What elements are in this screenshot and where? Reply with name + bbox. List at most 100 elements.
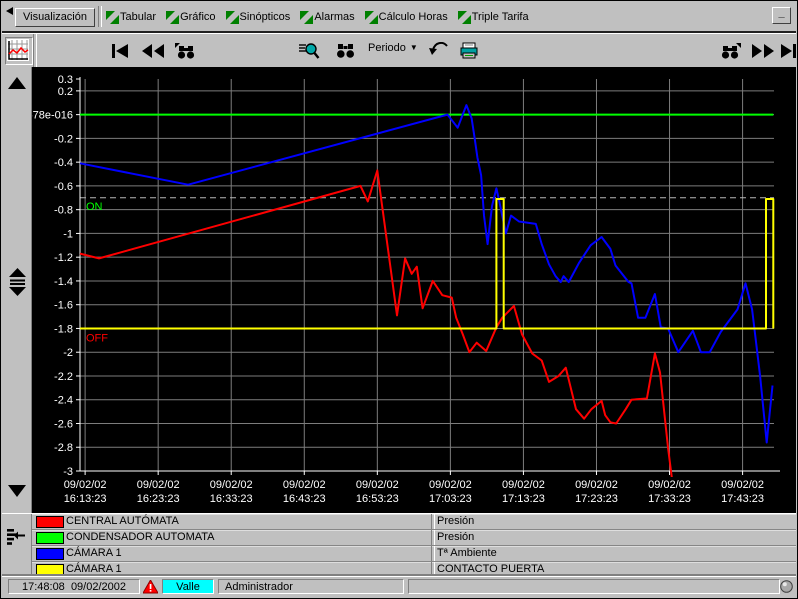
legend-row[interactable]: CENTRAL AUTÓMATA Presión xyxy=(32,514,796,530)
arrow-up-icon xyxy=(8,77,26,90)
alarm-indicator[interactable] xyxy=(143,580,158,597)
scroll-down-button[interactable] xyxy=(7,481,27,501)
menu-tab-gr-fico[interactable]: Gráfico xyxy=(166,11,215,24)
toolbar-separator xyxy=(33,34,37,67)
tab-label: Gráfico xyxy=(180,11,215,23)
off-label: OFF xyxy=(86,332,108,344)
forward-button[interactable] xyxy=(748,40,778,61)
message-panel xyxy=(408,579,780,594)
x-tick-time-label: 17:43:23 xyxy=(721,493,764,505)
scroll-up-button[interactable] xyxy=(7,73,27,93)
legend-swatch xyxy=(36,548,64,560)
x-tick-time-label: 16:43:23 xyxy=(283,493,326,505)
y-tick-label: -2 xyxy=(63,347,73,359)
binoculars-icon xyxy=(336,43,356,59)
binoculars-right-icon xyxy=(720,42,742,60)
x-tick-time-label: 17:03:23 xyxy=(429,493,472,505)
status-time: 17:48:08 xyxy=(22,581,65,593)
legend-panel: CENTRAL AUTÓMATAPresiónCONDENSADOR AUTOM… xyxy=(2,513,796,580)
menu-tab-alarmas[interactable]: Alarmas xyxy=(300,11,354,24)
go-last-button[interactable] xyxy=(779,40,798,61)
mini-chart-icon xyxy=(6,38,30,62)
undo-button[interactable] xyxy=(426,40,452,61)
x-tick-date-label: 09/02/02 xyxy=(283,479,326,491)
tab-label: Sinópticos xyxy=(240,11,291,23)
find-previous-button[interactable] xyxy=(172,40,198,61)
rewind-icon xyxy=(141,42,165,60)
go-first-icon xyxy=(110,42,130,60)
arrow-down-icon xyxy=(8,485,26,498)
x-tick-date-label: 09/02/02 xyxy=(429,479,472,491)
user-label: Administrador xyxy=(225,581,293,593)
legend-series-name: CÁMARA 1 xyxy=(66,547,122,559)
find-next-button[interactable] xyxy=(718,40,744,61)
toolbar: Periodo ▼ xyxy=(2,33,796,68)
y-tick-label: 0.2 xyxy=(58,86,73,98)
x-tick-date-label: 09/02/02 xyxy=(64,479,107,491)
visualization-menu-button[interactable]: Visualización xyxy=(15,8,95,27)
y-tick-label: -1.4 xyxy=(54,276,73,288)
y-tick-label: -2.2 xyxy=(54,371,73,383)
y-tick-label: -0.8 xyxy=(54,205,73,217)
y-tick-label: -1.6 xyxy=(54,300,73,312)
tab-label: Cálculo Horas xyxy=(379,11,448,23)
legend-series-name: CENTRAL AUTÓMATA xyxy=(66,515,179,527)
y-tick-label: -0.6 xyxy=(54,181,73,193)
menu-tab-triple-tarifa[interactable]: Triple Tarifa xyxy=(458,11,529,24)
menu-tab-c-lculo-horas[interactable]: Cálculo Horas xyxy=(365,11,448,24)
find-button[interactable] xyxy=(334,40,358,61)
x-tick-date-label: 09/02/02 xyxy=(648,479,691,491)
chart-mode-button[interactable] xyxy=(5,37,33,65)
chart-canvas[interactable]: 0.30.2578e-016-0.2-0.4-0.6-0.8-1-1.2-1.4… xyxy=(32,67,798,513)
y-tick-label: -2.8 xyxy=(54,442,73,454)
period-dropdown[interactable]: Periodo ▼ xyxy=(368,42,418,54)
status-bar: 17:48:08 09/02/2002 Valle Administrador xyxy=(2,576,796,597)
legend-column-divider xyxy=(431,514,435,529)
legend-series-magnitude: Tª Ambiente xyxy=(437,547,497,559)
tab-label: Triple Tarifa xyxy=(472,11,529,23)
menu-tab-sin-pticos[interactable]: Sinópticos xyxy=(226,11,291,24)
back-arrow-icon[interactable] xyxy=(6,7,13,15)
y-tick-label: -1.8 xyxy=(54,323,73,335)
x-tick-date-label: 09/02/02 xyxy=(502,479,545,491)
y-tick-label: -1.2 xyxy=(54,252,73,264)
x-tick-time-label: 16:23:23 xyxy=(137,493,180,505)
app-window: Visualización Tabular Gráfico Sinópticos… xyxy=(0,0,798,599)
undo-arrow-icon xyxy=(428,42,450,59)
legend-series-magnitude: Presión xyxy=(437,515,474,527)
legend-row[interactable]: CÁMARA 1 Tª Ambiente xyxy=(32,546,796,562)
minimize-button[interactable]: _ xyxy=(772,7,791,24)
user-panel: Administrador xyxy=(218,579,404,594)
rewind-button[interactable] xyxy=(138,40,168,61)
legend-series-name: CONDENSADOR AUTOMATA xyxy=(66,531,215,543)
menu-bar: Visualización Tabular Gráfico Sinópticos… xyxy=(2,2,796,33)
legend-row[interactable]: CONDENSADOR AUTOMATA Presión xyxy=(32,530,796,546)
y-tick-label: -0.4 xyxy=(54,157,73,169)
tab-icon xyxy=(166,11,179,24)
legend-swatch xyxy=(36,516,64,528)
x-tick-date-label: 09/02/02 xyxy=(210,479,253,491)
x-tick-time-label: 16:53:23 xyxy=(356,493,399,505)
go-first-button[interactable] xyxy=(108,40,132,61)
tab-icon xyxy=(458,11,471,24)
menu-separator xyxy=(98,6,102,27)
printer-icon xyxy=(459,42,479,60)
legend-column-divider xyxy=(431,530,435,545)
legend-swatch xyxy=(36,564,64,576)
double-arrow-icon xyxy=(9,268,26,296)
menu-tab-tabular[interactable]: Tabular xyxy=(106,11,156,24)
print-button[interactable] xyxy=(457,40,481,61)
legend-column-divider xyxy=(431,546,435,561)
series-line-0 xyxy=(80,171,673,483)
period-label: Periodo xyxy=(368,42,406,54)
zoom-tool-button[interactable] xyxy=(296,40,322,61)
legend-toggle-button[interactable] xyxy=(6,528,26,549)
vertical-zoom-button[interactable] xyxy=(7,267,27,297)
tab-icon xyxy=(365,11,378,24)
legend-swatch xyxy=(36,532,64,544)
legend-series-magnitude: Presión xyxy=(437,531,474,543)
forward-icon xyxy=(751,42,775,60)
tariff-badge: Valle xyxy=(162,579,214,594)
chevron-down-icon: ▼ xyxy=(410,44,418,52)
visualization-label: Visualización xyxy=(23,11,87,23)
